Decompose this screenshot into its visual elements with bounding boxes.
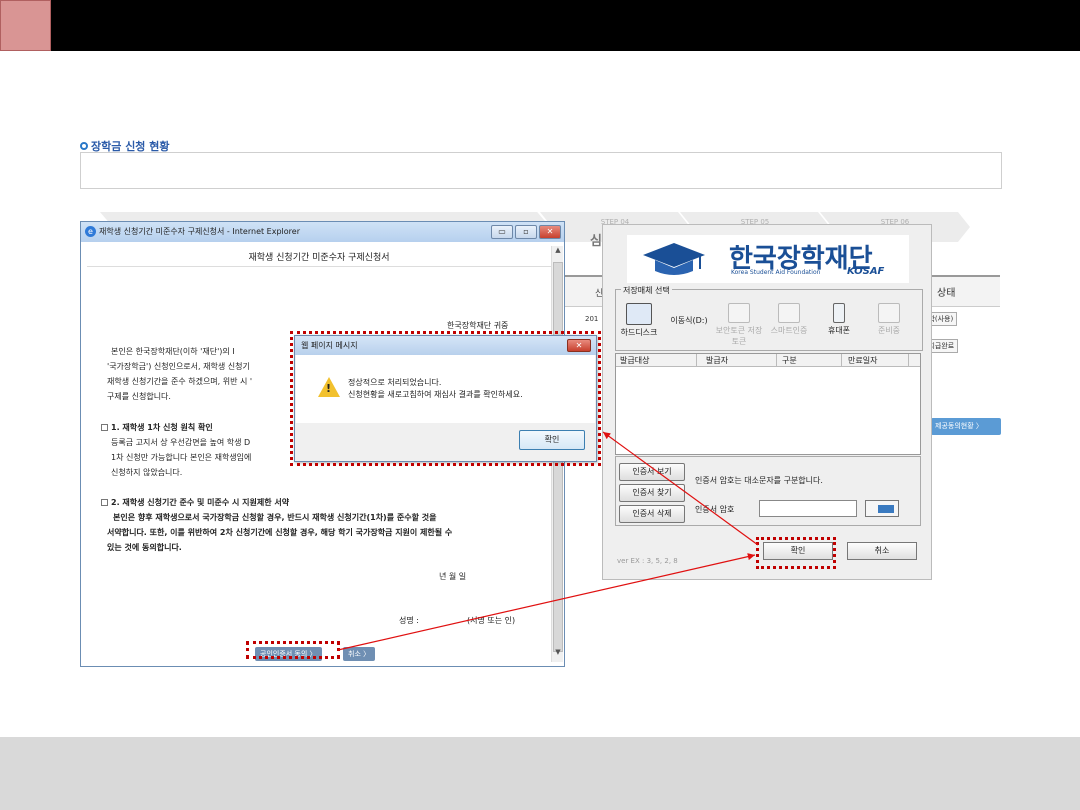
section-heading-2-text: 2. 재학생 신청기간 준수 및 미준수 시 지원제한 서약 — [111, 498, 290, 507]
document-recipient: 한국장학재단 귀중 — [447, 321, 509, 330]
logo-kosaf: KOSAF — [847, 266, 885, 277]
signature-hint: (서명 또는 인) — [467, 616, 516, 625]
pending-icon — [878, 303, 900, 323]
document-title: 재학생 신청기간 미준수자 구제신청서 — [248, 253, 390, 263]
paragraph-line: 본인은 한국장학재단(이하 '재단')의 I — [111, 347, 235, 356]
list-header: 발급대상 발급자 구분 만료일자 — [616, 354, 920, 367]
divider — [87, 266, 551, 267]
table-row: 201 — [585, 315, 599, 323]
media-label: 보안토큰 저장토큰 — [715, 326, 763, 346]
list-col-type: 구분 — [782, 356, 797, 365]
paragraph-line: 1차 신청만 가능합니다 본인은 재학생임에 — [111, 453, 252, 462]
ie-logo-icon: e — [85, 226, 96, 237]
list-col-subject: 발급대상 — [620, 356, 650, 365]
media-removable[interactable]: 이동식(D:) — [663, 315, 715, 326]
delete-cert-button[interactable]: 인증서 삭제 — [619, 505, 685, 523]
password-label: 인증서 암호 — [695, 505, 735, 514]
checkbox-icon — [101, 424, 108, 431]
media-label: 하드디스크 — [620, 328, 658, 337]
media-label: 이동식(D:) — [670, 316, 708, 325]
graduation-cap-icon — [643, 243, 705, 275]
paragraph-line: 구제를 신청합니다. — [107, 392, 171, 401]
certificate-list[interactable]: 발급대상 발급자 구분 만료일자 — [615, 353, 921, 455]
signature-label: 성명 : — [399, 616, 419, 625]
media-hard-disk[interactable]: 하드디스크 — [613, 303, 665, 338]
section-heading-1-text: 1. 재학생 1차 신청 원칙 확인 — [111, 423, 213, 432]
find-cert-button[interactable]: 인증서 찾기 — [619, 484, 685, 502]
security-token-icon — [728, 303, 750, 323]
password-input[interactable] — [759, 500, 857, 517]
kosaf-logo: 한국장학재단 Korea Student Aid Foundation KOSA… — [627, 235, 909, 283]
minimize-button[interactable]: ▭ — [491, 225, 513, 239]
top-bar — [0, 0, 1080, 51]
media-security-token[interactable]: 보안토큰 저장토큰 — [713, 303, 765, 347]
close-button[interactable]: ✕ — [539, 225, 561, 239]
media-label: 휴대폰 — [827, 326, 851, 335]
date-line: 년 월 일 — [439, 572, 467, 581]
view-cert-button[interactable]: 인증서 보기 — [619, 463, 685, 481]
maximize-button[interactable]: ▫ — [515, 225, 537, 239]
paragraph-line: 등록금 고지서 상 우선감면을 높여 학생 D — [111, 438, 251, 447]
media-phone[interactable]: 휴대폰 — [813, 303, 865, 336]
ie-window-title: 재학생 신청기간 미준수자 구제신청서 - Internet Explorer — [99, 227, 300, 236]
step-title: 심 — [590, 234, 602, 249]
bullet-ring-icon — [80, 142, 88, 150]
highlight-ok — [756, 537, 836, 569]
storage-media-legend: 저장매체 선택 — [621, 285, 672, 296]
list-col-issuer: 발급자 — [706, 356, 729, 365]
scroll-down-icon[interactable]: ▼ — [552, 648, 564, 662]
ie-title-bar: e 재학생 신청기간 미준수자 구제신청서 - Internet Explore… — [81, 222, 564, 242]
media-label: 스마트인증 — [770, 326, 808, 335]
paragraph-line: 재학생 신청기간을 준수 하겠으며, 위반 시 ' — [107, 377, 253, 386]
section-heading-1: 1. 재학생 1차 신청 원칙 확인 — [101, 420, 213, 435]
column-divider — [841, 354, 842, 367]
media-pending: 준비중 — [863, 303, 915, 336]
column-divider — [696, 354, 697, 367]
cancel-button[interactable]: 취소 〉 — [343, 647, 376, 661]
case-sensitive-hint: 인증서 암호는 대소문자를 구분합니다. — [695, 476, 823, 485]
paragraph-line: 서약합니다. 또한, 이를 위반하여 2차 신청기간에 신청할 경우, 해당 학… — [107, 528, 453, 537]
table-header-status: 상태 — [937, 288, 956, 299]
status-box — [80, 152, 1002, 189]
keyboard-icon — [878, 505, 894, 513]
certificate-window: 한국장학재단 Korea Student Aid Foundation KOSA… — [602, 224, 932, 580]
smart-cert-icon — [778, 303, 800, 323]
media-smart-cert[interactable]: 스마트인증 — [763, 303, 815, 336]
version-text: ver EX : 3, 5, 2, 8 — [617, 557, 678, 565]
column-divider — [908, 354, 909, 367]
media-label: 준비중 — [877, 326, 901, 335]
paragraph-line: 있는 것에 동의합니다. — [107, 543, 182, 552]
checkbox-icon — [101, 499, 108, 506]
highlight-cert-agree — [246, 641, 340, 659]
phone-icon — [833, 303, 845, 323]
paragraph-line: 본인은 향후 재학생으로서 국가장학금 신청할 경우, 반드시 재학생 신청기간… — [113, 513, 437, 522]
list-col-expiry: 만료일자 — [848, 356, 878, 365]
consent-status-button[interactable]: 제공동의현황 〉 — [931, 418, 1001, 435]
virtual-keyboard-button[interactable] — [865, 500, 899, 517]
highlight-dialog — [290, 331, 601, 466]
paragraph-line: '국가장학금') 신청인으로서, 재학생 신청기 — [107, 362, 250, 371]
scroll-up-icon[interactable]: ▲ — [552, 246, 564, 260]
hard-disk-icon — [626, 303, 652, 325]
section-heading-2: 2. 재학생 신청기간 준수 및 미준수 시 지원제한 서약 — [101, 495, 289, 510]
column-divider — [776, 354, 777, 367]
logo-subtitle: Korea Student Aid Foundation — [731, 269, 821, 276]
slide-marker — [0, 0, 51, 51]
paragraph-line: 신청하지 않았습니다. — [111, 468, 183, 477]
footer-bar — [0, 737, 1080, 810]
cancel-button[interactable]: 취소 — [847, 542, 917, 560]
